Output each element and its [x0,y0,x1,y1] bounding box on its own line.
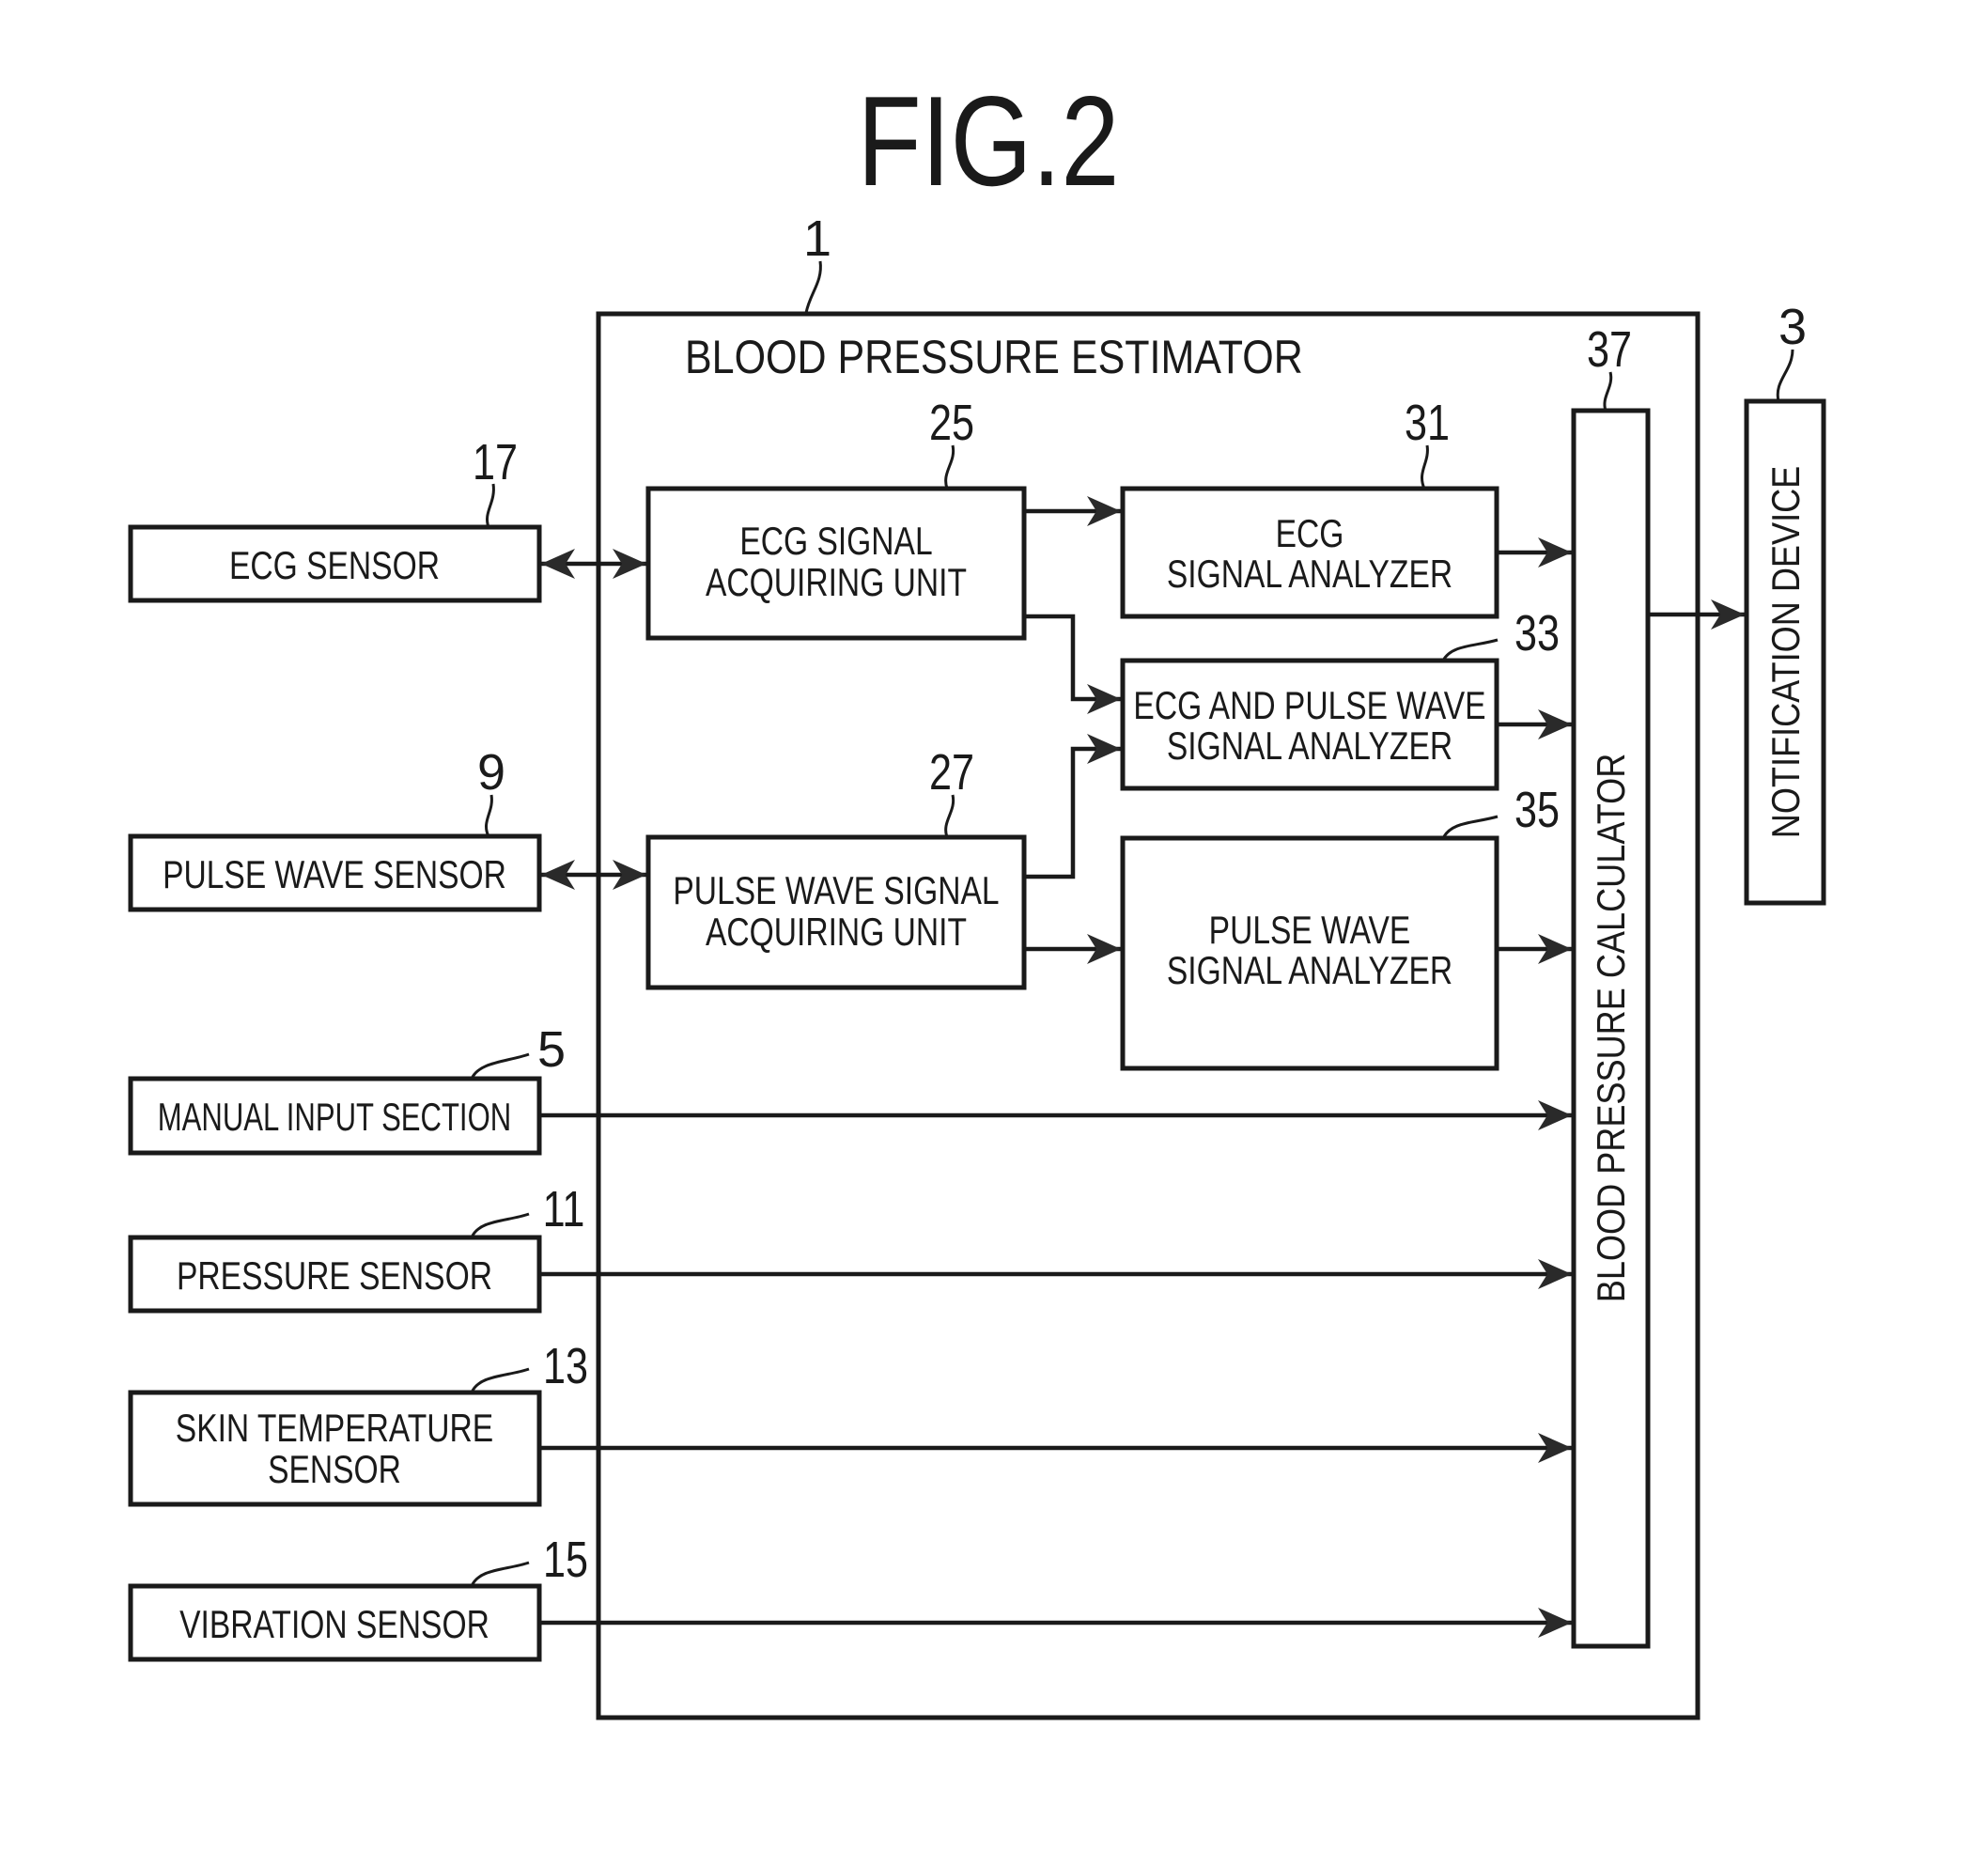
ref-5: 5 [537,1021,566,1078]
figure-title: FIG.2 [858,70,1120,213]
ecg-signal-acquiring-unit: ECG SIGNAL ACQUIRING UNIT 25 [645,396,1027,641]
block-diagram: FIG.2 BLOOD PRESSURE ESTIMATOR 1 ECG SEN… [128,70,1826,1720]
skin-temperature-label-line1: SKIN TEMPERATURE [176,1408,493,1451]
leader-11 [470,1212,530,1238]
notification-label: NOTIFICATION DEVICE [1765,466,1809,839]
system-label: BLOOD PRESSURE ESTIMATOR [685,331,1303,383]
ref-11: 11 [543,1182,585,1238]
leader-5 [470,1052,530,1080]
wire-pulse-acquire-combined [1024,746,1121,879]
leader-13 [470,1367,530,1393]
wire-ecg-acquire-combined [1024,614,1121,702]
ecg-acquiring-line1: ECG SIGNAL [739,521,932,564]
manual-input-label: MANUAL INPUT SECTION [158,1095,511,1139]
ecg-analyzer-line2: SIGNAL ANALYZER [1167,553,1452,597]
ref-31: 31 [1405,396,1450,452]
ecg-analyzer-line1: ECG [1276,513,1344,556]
ecg-signal-analyzer: ECG SIGNAL ANALYZER 31 [1120,396,1499,619]
pulse-wave-sensor: PULSE WAVE SENSOR 9 [128,744,542,912]
leader-15 [470,1561,530,1587]
leader-31 [1421,444,1429,490]
pulse-wave-signal-acquiring-unit: PULSE WAVE SIGNAL ACQUIRING UNIT 27 [645,745,1027,990]
leader-3 [1776,349,1794,402]
pulse-wave-sensor-label: PULSE WAVE SENSOR [163,854,506,897]
calculator-label: BLOOD PRESSURE CALCULATOR [1591,754,1634,1303]
ecg-acquiring-line2: ACQUIRING UNIT [706,562,967,605]
pulse-analyzer-line1: PULSE WAVE [1209,910,1411,953]
pulse-wave-signal-analyzer: PULSE WAVE SIGNAL ANALYZER 35 [1120,783,1560,1071]
leader-25 [944,444,955,490]
pressure-sensor: PRESSURE SENSOR 11 [128,1182,585,1314]
ref-13: 13 [543,1339,588,1395]
pulse-acquiring-line2: ACQUIRING UNIT [706,911,967,955]
combined-analyzer-line2: SIGNAL ANALYZER [1167,725,1452,769]
leader-9 [485,794,493,837]
leader-33 [1441,638,1499,661]
ref-17: 17 [473,435,518,491]
vibration-sensor-label: VIBRATION SENSOR [179,1604,489,1647]
ref-37: 37 [1587,322,1632,379]
leader-1 [804,260,822,314]
pulse-acquiring-line1: PULSE WAVE SIGNAL [673,870,999,913]
skin-temperature-sensor: SKIN TEMPERATURE SENSOR 13 [128,1339,588,1507]
manual-input-section: MANUAL INPUT SECTION 5 [128,1021,566,1156]
notification-device: NOTIFICATION DEVICE 3 [1744,299,1826,906]
blood-pressure-calculator: BLOOD PRESSURE CALCULATOR 37 [1571,322,1651,1649]
ref-25: 25 [929,396,974,452]
ref-27: 27 [929,745,974,801]
ref-35: 35 [1514,783,1560,839]
leader-35 [1441,815,1499,839]
pulse-analyzer-line2: SIGNAL ANALYZER [1167,950,1452,993]
skin-temperature-label-line2: SENSOR [268,1449,401,1492]
ref-3: 3 [1778,299,1807,355]
ref-15: 15 [543,1532,588,1589]
ref-33: 33 [1514,606,1560,662]
pressure-sensor-label: PRESSURE SENSOR [177,1255,492,1299]
ecg-sensor-label: ECG SENSOR [229,545,440,588]
vibration-sensor: VIBRATION SENSOR 15 [128,1532,588,1662]
ref-9: 9 [477,744,505,801]
leader-27 [944,794,955,838]
ref-1: 1 [803,210,831,267]
ecg-and-pulse-wave-signal-analyzer: ECG AND PULSE WAVE SIGNAL ANALYZER 33 [1120,606,1560,791]
ecg-sensor: ECG SENSOR 17 [128,435,542,603]
combined-analyzer-line1: ECG AND PULSE WAVE [1133,685,1485,728]
